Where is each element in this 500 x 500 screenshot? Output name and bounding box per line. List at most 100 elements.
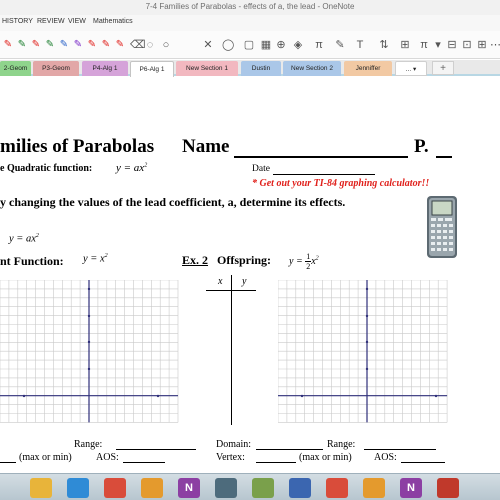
tab-p6-alg1[interactable]: P6-Alg 1 [130, 61, 174, 77]
axis-tick-mark [87, 367, 91, 371]
right-vertex-blank[interactable] [256, 462, 296, 463]
section-tab-bar: 2-Geom P3-Geom P4-Alg 1 P6-Alg 1 New Sec… [0, 60, 500, 77]
image-icon[interactable]: ▦ [260, 38, 272, 52]
left-coordinate-grid[interactable] [0, 280, 180, 430]
axis-tick-mark [22, 394, 26, 398]
menu-history[interactable]: HISTORY [2, 18, 33, 25]
more-icon[interactable]: ⋯ [490, 38, 500, 52]
example-2-label: Ex. 2 [182, 253, 209, 267]
offspring-exponent: 2 [315, 255, 319, 262]
tab-new-section-1[interactable]: New Section 1 [176, 61, 238, 76]
close-icon[interactable]: ✕ [202, 38, 214, 52]
more-sections-label: ... [405, 66, 412, 73]
pen-red-icon-3[interactable]: ✎ [86, 38, 98, 52]
axis-tick-mark [434, 394, 438, 398]
circle-icon[interactable]: ○ [160, 38, 172, 52]
name-label: Name [182, 136, 230, 157]
pen-red-icon[interactable]: ✎ [2, 38, 14, 52]
add-section-button[interactable]: + [432, 61, 454, 75]
pi-icon[interactable]: π [313, 38, 325, 52]
axis-tick-mark [365, 314, 369, 318]
left-min-max-label: (max or min) [19, 452, 72, 463]
snipping-icon[interactable] [437, 478, 459, 498]
tab-dustin[interactable]: Dustin [241, 61, 281, 76]
left-aos-blank[interactable] [123, 462, 165, 463]
equation-icon[interactable]: ⊡ [461, 38, 473, 52]
offspring-y: y = [289, 256, 303, 267]
more-sections-tab[interactable]: ... ▾ [395, 61, 427, 76]
pen-red-icon-5[interactable]: ✎ [114, 38, 126, 52]
paint-icon[interactable] [141, 478, 163, 498]
note-page[interactable]: milies of Parabolas Name P. e Quadratic … [0, 78, 500, 473]
tab-jenniffer[interactable]: Jenniffer [344, 61, 392, 76]
media-player-icon[interactable] [67, 478, 89, 498]
table-icon[interactable]: ⊟ [446, 38, 458, 52]
left-aos-label: AOS: [96, 452, 119, 463]
quadratic-formula-text: y = ax [116, 162, 145, 174]
taskbar: NN [0, 473, 500, 500]
ellipse-icon[interactable]: ◯ [222, 38, 234, 52]
text-icon[interactable]: T [354, 38, 366, 52]
calculator-icon[interactable] [215, 478, 237, 498]
smartboard-icon[interactable] [289, 478, 311, 498]
right-range-blank[interactable] [364, 449, 436, 450]
menu-view[interactable]: VIEW [68, 18, 86, 25]
quadratic-formula: y = ax2 [116, 162, 147, 174]
table-divider [231, 275, 232, 425]
period-label: P. [414, 136, 429, 157]
general-exponent: 2 [35, 233, 39, 239]
layout-icon[interactable]: ⊞ [476, 38, 488, 52]
grid-icon[interactable]: ⊞ [399, 38, 411, 52]
pi-icon-2[interactable]: π [418, 38, 430, 52]
dropdown-icon[interactable]: ▾ [432, 38, 444, 52]
date-blank[interactable] [273, 174, 375, 175]
pen-green-icon[interactable]: ✎ [16, 38, 28, 52]
link-icon[interactable]: ⊕ [275, 38, 287, 52]
pen-green-icon-2[interactable]: ✎ [44, 38, 56, 52]
tab-p3-geom[interactable]: P3-Geom [33, 61, 79, 76]
name-blank[interactable] [234, 156, 408, 158]
right-domain-blank[interactable] [256, 449, 323, 450]
eraser-icon[interactable]: ⌫ [130, 38, 146, 52]
right-range-label: Range: [327, 439, 356, 450]
right-domain-label: Domain: [216, 439, 251, 450]
paint-icon-2[interactable] [363, 478, 385, 498]
axis-tick-mark [87, 340, 91, 344]
shapes-icon[interactable]: ◈ [292, 38, 304, 52]
pen-blue-icon[interactable]: ✎ [58, 38, 70, 52]
parent-formula: y = x2 [83, 253, 108, 265]
onenote-icon[interactable]: N [178, 478, 200, 498]
left-range-blank[interactable] [116, 449, 196, 450]
pen-purple-icon[interactable]: ✎ [72, 38, 84, 52]
xy-table[interactable]: x y [204, 275, 259, 425]
menu-mathematics[interactable]: Mathematics [93, 18, 133, 25]
window-title: 7-4 Families of Parabolas - effects of a… [145, 2, 355, 11]
left-vertex-blank[interactable] [0, 462, 16, 463]
tab-new-section-2[interactable]: New Section 2 [283, 61, 341, 76]
period-blank[interactable] [436, 156, 452, 158]
axis-tick-mark [365, 287, 369, 291]
app-icon[interactable] [252, 478, 274, 498]
chrome-icon[interactable] [104, 478, 126, 498]
right-coordinate-grid[interactable] [278, 280, 458, 430]
calculator-image [427, 196, 457, 258]
explorer-icon[interactable] [30, 478, 52, 498]
rect-icon[interactable]: ▢ [243, 38, 255, 52]
axis-tick-mark [365, 340, 369, 344]
pen-red-icon-2[interactable]: ✎ [30, 38, 42, 52]
quadratic-label: e Quadratic function: [0, 163, 93, 174]
pen-red-icon-4[interactable]: ✎ [100, 38, 112, 52]
axis-tick-mark [300, 394, 304, 398]
chrome-icon-2[interactable] [326, 478, 348, 498]
lasso-icon[interactable]: ◌ [144, 38, 156, 52]
tab-p4-alg1[interactable]: P4-Alg 1 [82, 61, 128, 76]
onenote-icon-2[interactable]: N [400, 478, 422, 498]
tab-2-geom[interactable]: 2-Geom [0, 61, 31, 76]
menu-review[interactable]: REVIEW [37, 18, 65, 25]
right-vertex-label: Vertex: [216, 452, 245, 463]
right-aos-blank[interactable] [401, 462, 445, 463]
sort-icon[interactable]: ⇅ [378, 38, 390, 52]
highlighter-icon[interactable]: ✎ [334, 38, 346, 52]
right-min-max-label: (max or min) [299, 452, 352, 463]
menu-bar: HISTORY REVIEW VIEW Mathematics [0, 15, 500, 31]
